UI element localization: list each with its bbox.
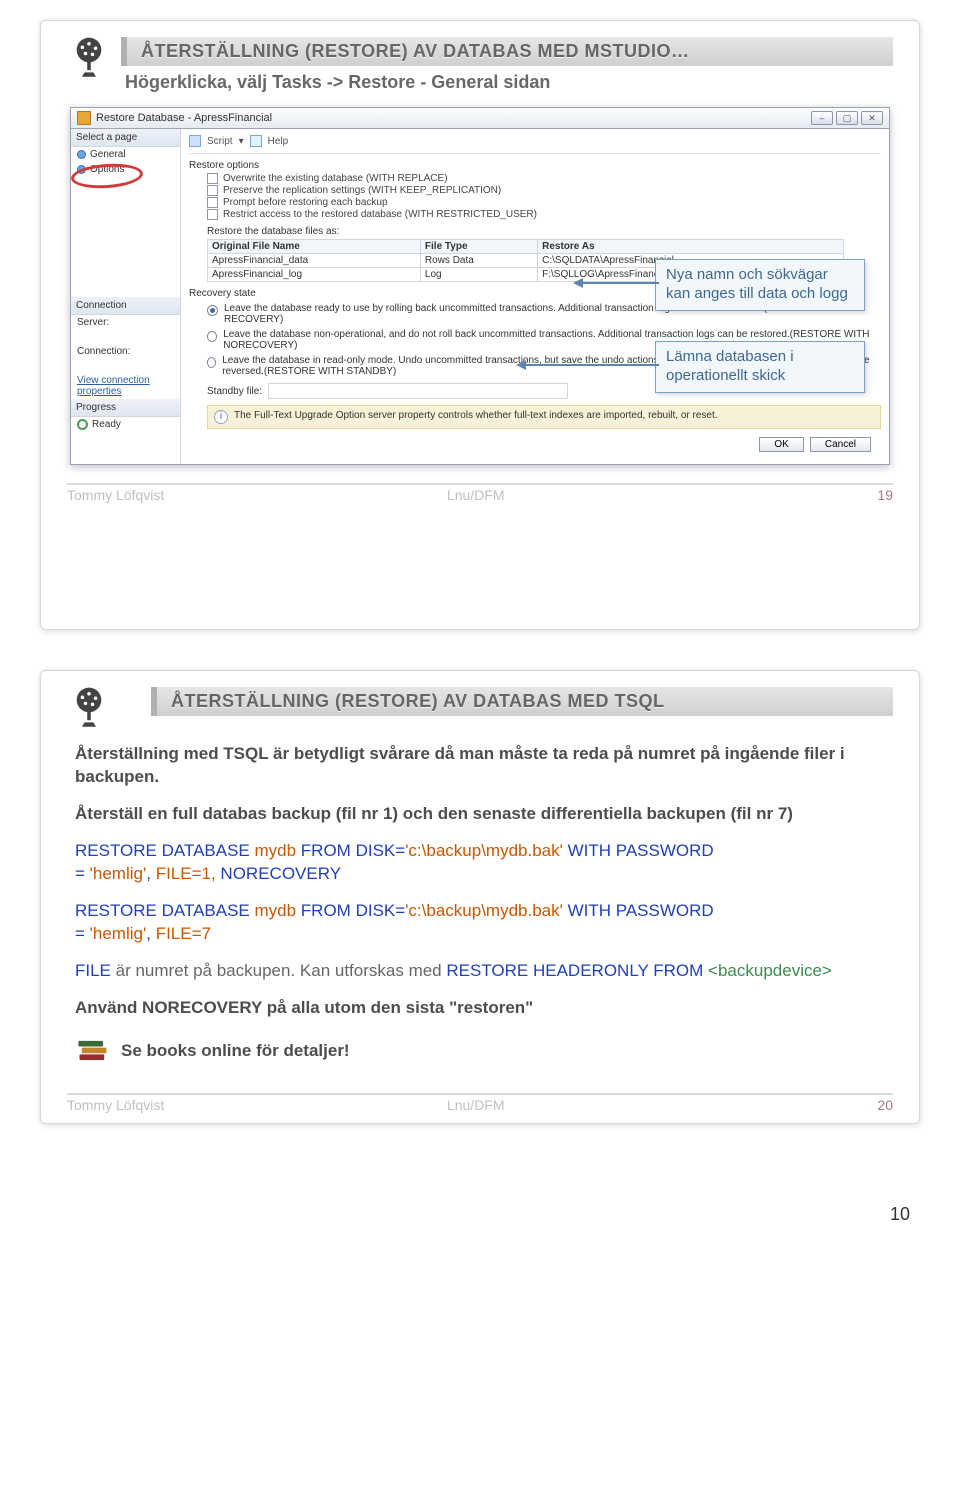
slide2-p1: Återställning med TSQL är betydligt svår… bbox=[75, 743, 885, 789]
slide-1: ÅTERSTÄLLNING (RESTORE) AV DATABAS MED M… bbox=[40, 20, 920, 630]
ok-button[interactable]: OK bbox=[759, 437, 803, 452]
opt-replication[interactable]: Preserve the replication settings (WITH … bbox=[207, 185, 881, 196]
select-page-header: Select a page bbox=[71, 129, 180, 147]
server-label: Server: bbox=[71, 315, 180, 330]
window-maximize-button[interactable]: ▢ bbox=[836, 111, 858, 125]
books-online-row: Se books online för detaljer! bbox=[75, 1033, 885, 1069]
dialog-app-icon bbox=[77, 111, 91, 125]
slide1-title: ÅTERSTÄLLNING (RESTORE) AV DATABAS MED M… bbox=[121, 37, 893, 66]
slide2-title: ÅTERSTÄLLNING (RESTORE) AV DATABAS MED T… bbox=[151, 687, 893, 716]
restore-options-label: Restore options bbox=[189, 160, 881, 171]
dialog-title: Restore Database - ApressFinancial bbox=[96, 112, 272, 124]
connection-label: Connection: bbox=[71, 344, 180, 359]
view-connection-link[interactable]: View connection properties bbox=[71, 373, 180, 399]
arrow-icon bbox=[573, 274, 659, 292]
slide2-p2: Återställ en full databas backup (fil nr… bbox=[75, 803, 885, 826]
window-close-button[interactable]: ✕ bbox=[861, 111, 883, 125]
opt-overwrite[interactable]: Overwrite the existing database (WITH RE… bbox=[207, 173, 881, 184]
opt-prompt[interactable]: Prompt before restoring each backup bbox=[207, 197, 881, 208]
slide2-p4: Använd NORECOVERY på alla utom den sista… bbox=[75, 997, 885, 1020]
help-icon bbox=[250, 135, 262, 147]
page-general[interactable]: General bbox=[71, 147, 180, 162]
tree-icon bbox=[67, 685, 111, 729]
code-line-2: RESTORE DATABASE mydb FROM DISK='c:\back… bbox=[75, 900, 885, 946]
script-icon bbox=[189, 135, 201, 147]
toolbar-script[interactable]: Script bbox=[207, 136, 233, 147]
page-number: 10 bbox=[0, 1164, 960, 1235]
files-as-label: Restore the database files as: bbox=[207, 226, 881, 237]
fulltext-info: iThe Full-Text Upgrade Option server pro… bbox=[207, 405, 881, 429]
footer-slidenum: 20 bbox=[877, 1097, 893, 1113]
connection-header: Connection bbox=[71, 297, 180, 315]
callout-recovery: Lämna databasen i operationellt skick bbox=[655, 341, 865, 393]
footer-org: Lnu/DFM bbox=[447, 1097, 505, 1113]
slide1-subtitle: Högerklicka, välj Tasks -> Restore - Gen… bbox=[125, 72, 893, 93]
footer-author: Tommy Löfqvist bbox=[67, 1097, 447, 1113]
toolbar-help[interactable]: Help bbox=[268, 136, 289, 147]
slide2-p5: Se books online för detaljer! bbox=[121, 1040, 350, 1063]
standby-file-input[interactable] bbox=[268, 383, 568, 399]
progress-header: Progress bbox=[71, 399, 180, 417]
slide2-p3: FILE är numret på backupen. Kan utforska… bbox=[75, 960, 885, 983]
slide2-body: Återställning med TSQL är betydligt svår… bbox=[67, 729, 893, 1075]
slide-2: ÅTERSTÄLLNING (RESTORE) AV DATABAS MED T… bbox=[40, 670, 920, 1124]
footer-slidenum: 19 bbox=[877, 487, 893, 503]
callout-filenames: Nya namn och sökvägar kan anges till dat… bbox=[655, 259, 865, 311]
opt-restrict[interactable]: Restrict access to the restored database… bbox=[207, 209, 881, 220]
footer-org: Lnu/DFM bbox=[447, 487, 505, 503]
cancel-button[interactable]: Cancel bbox=[810, 437, 871, 452]
tree-icon bbox=[67, 35, 111, 79]
books-icon bbox=[75, 1033, 111, 1069]
footer-author: Tommy Löfqvist bbox=[67, 487, 447, 503]
arrow-icon bbox=[516, 356, 659, 374]
window-minimize-button[interactable]: – bbox=[811, 111, 833, 125]
code-line-1: RESTORE DATABASE mydb FROM DISK='c:\back… bbox=[75, 840, 885, 886]
progress-ready: Ready bbox=[71, 417, 180, 432]
